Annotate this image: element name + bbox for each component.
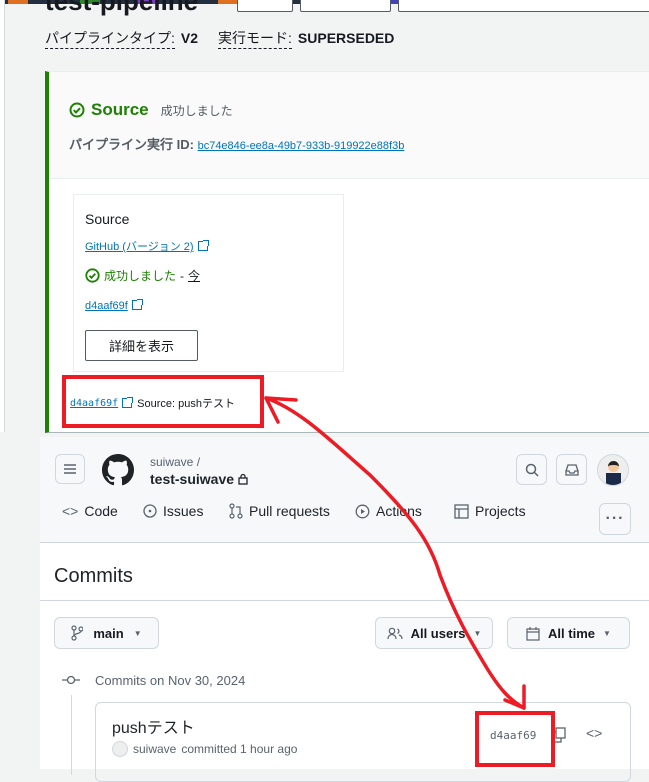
annotation-arrow [264, 396, 526, 710]
